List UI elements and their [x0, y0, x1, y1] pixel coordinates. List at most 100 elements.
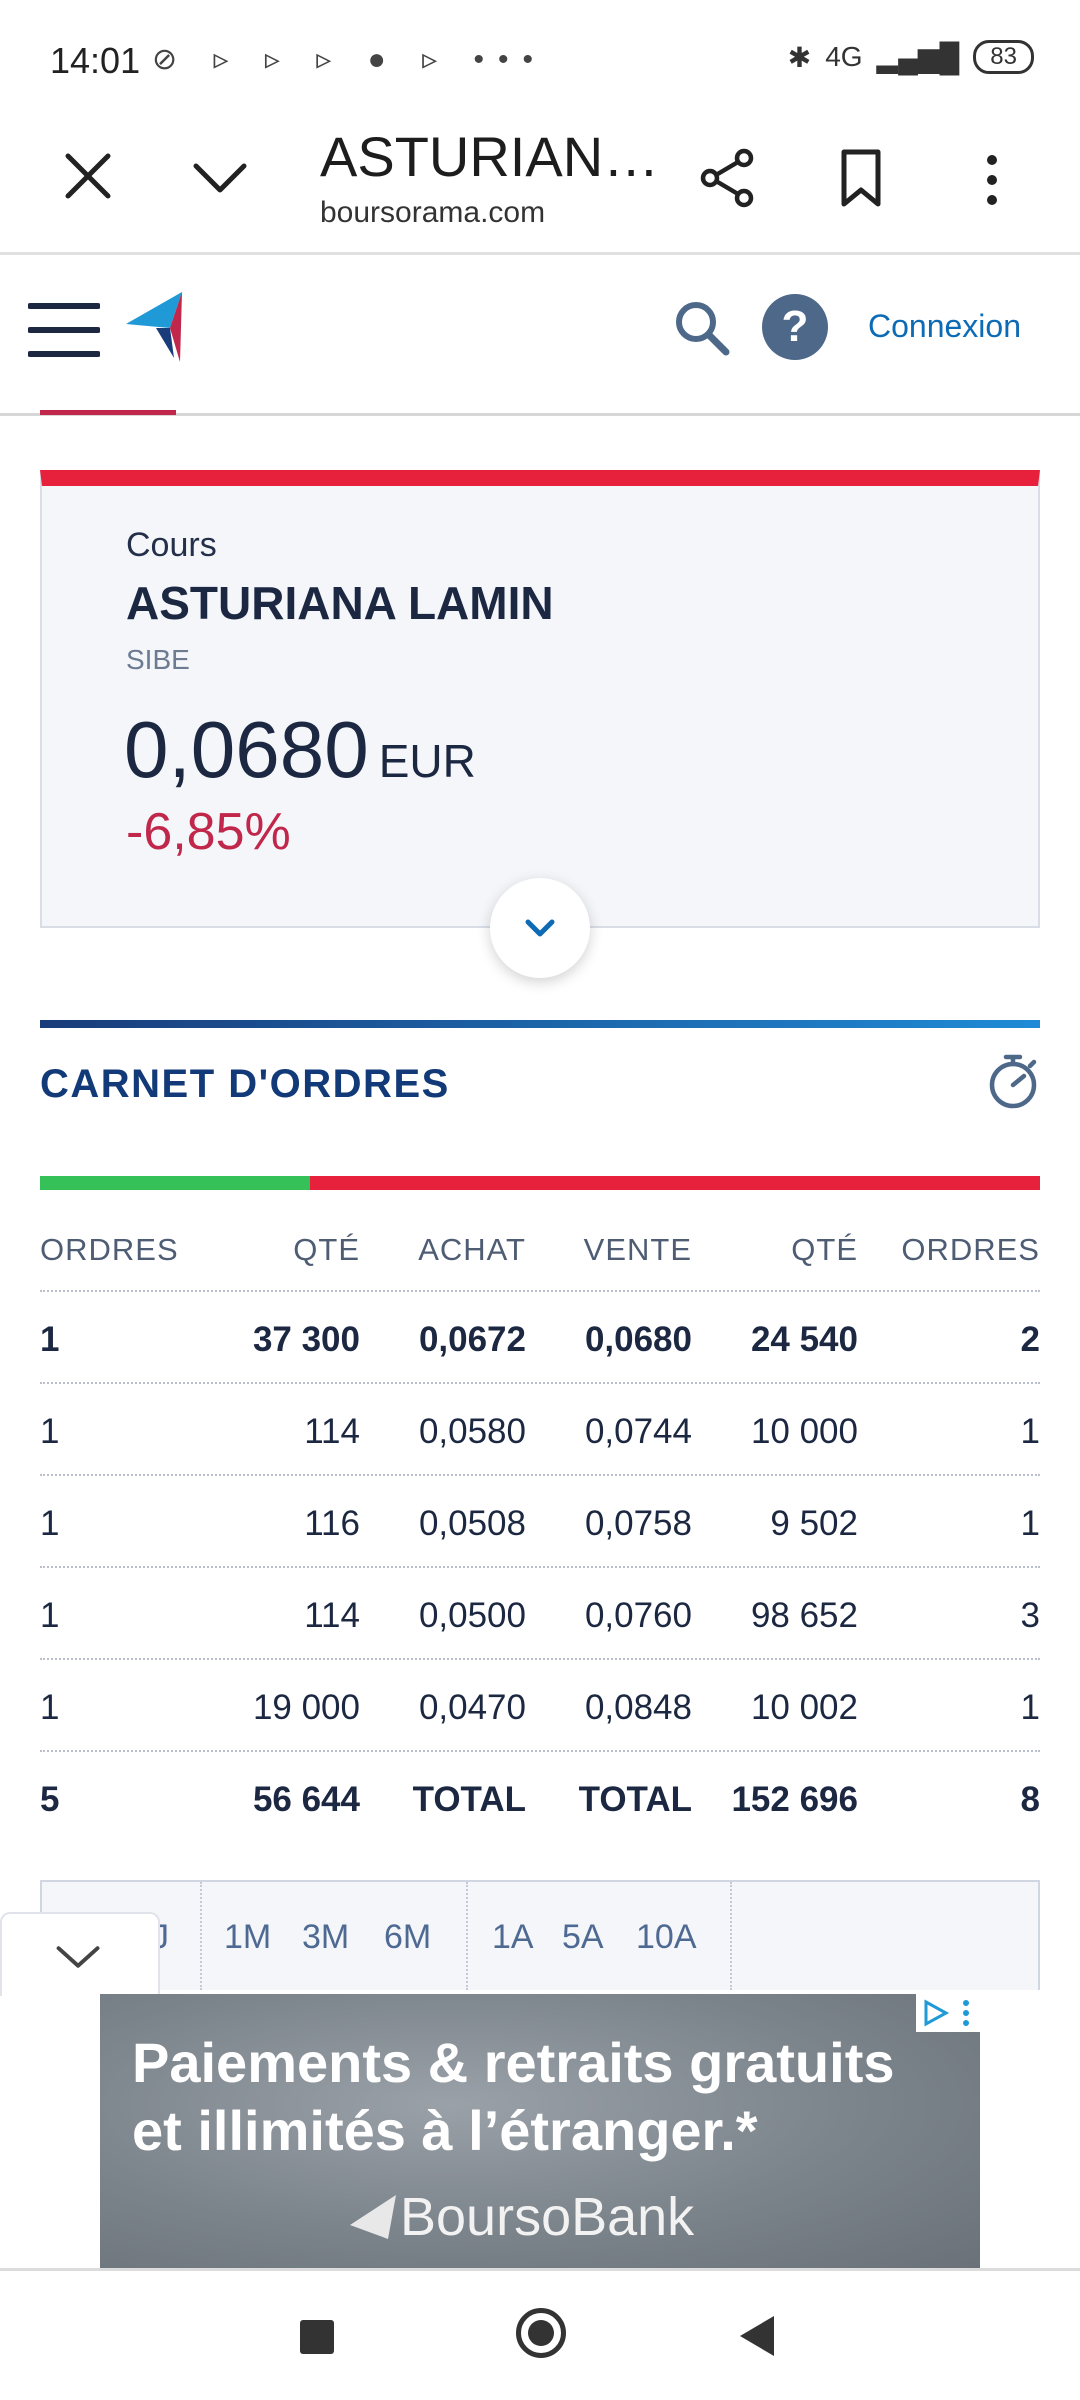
bluetooth-icon: ✱ [787, 41, 812, 73]
ask-qty: 98 652 [750, 1596, 858, 1635]
period-selector: J 1M 3M 6M 1A 5A 10A [40, 1880, 1040, 1990]
bid-orders: 1 [40, 1688, 60, 1727]
hamburger-menu-icon[interactable] [28, 298, 100, 362]
bid-qty: 37 300 [252, 1320, 360, 1359]
ask-qty: 9 502 [770, 1504, 858, 1543]
header-bid-price: ACHAT [418, 1232, 526, 1267]
total-ask-orders: 8 [1020, 1780, 1040, 1819]
header-ask-price: VENTE [583, 1232, 692, 1267]
order-book-table: ORDRES QTÉ ACHAT VENTE QTÉ ORDRES 1 37 3… [40, 1220, 1040, 1844]
header-bid-orders: ORDRES [40, 1232, 179, 1267]
bid-qty: 114 [304, 1596, 360, 1635]
ask-qty: 24 540 [750, 1320, 858, 1359]
ad-choices-badge[interactable] [916, 1994, 980, 2032]
section-divider [40, 1020, 1040, 1028]
total-bid-label: TOTAL [412, 1780, 526, 1819]
bid-orders: 1 [40, 1504, 60, 1543]
ask-price: 0,0848 [584, 1688, 692, 1727]
total-bid-qty: 56 644 [252, 1780, 360, 1819]
bid-price: 0,0672 [418, 1320, 526, 1359]
chevron-down-icon [56, 1946, 100, 1968]
ad-brand: BoursoBank [350, 2186, 694, 2248]
bid-qty: 19 000 [252, 1688, 360, 1727]
table-row: 1 116 0,0508 0,0758 9 502 1 [40, 1476, 1040, 1568]
help-button[interactable]: ? [762, 294, 828, 360]
back-icon[interactable] [740, 2316, 774, 2356]
order-book-title: CARNET D'ORDRES [40, 1062, 450, 1106]
bid-qty: 114 [304, 1412, 360, 1451]
bid-orders: 1 [40, 1596, 60, 1635]
ask-orders: 1 [1020, 1412, 1040, 1451]
stock-market: SIBE [126, 644, 190, 675]
header-ask-orders: ORDRES [901, 1232, 1040, 1267]
period-6m[interactable]: 6M [384, 1918, 431, 1957]
home-icon[interactable] [516, 2308, 566, 2358]
boursorama-logo-icon[interactable] [126, 288, 190, 364]
quote-label: Cours [126, 526, 217, 564]
share-icon[interactable] [700, 148, 756, 208]
period-10a[interactable]: 10A [636, 1918, 697, 1957]
more-options-icon[interactable] [980, 150, 1004, 210]
ask-orders: 2 [1020, 1320, 1040, 1359]
period-1a[interactable]: 1A [492, 1918, 534, 1957]
status-bar: 14:01 ⊘ ▹ ▹ ▹ ● ▹ ••• ✱ 4G ▂▄▆█ 83 [0, 0, 1080, 110]
close-icon[interactable] [60, 148, 116, 204]
ask-orders: 1 [1020, 1504, 1040, 1543]
expand-quote-button[interactable] [490, 878, 590, 978]
chevron-down-icon [525, 919, 555, 937]
network-label: 4G [825, 41, 863, 72]
ask-qty: 10 000 [750, 1412, 858, 1451]
price-currency: EUR [378, 735, 476, 787]
status-right: ✱ 4G ▂▄▆█ 83 [788, 40, 1034, 74]
total-bid-orders: 5 [40, 1780, 60, 1819]
bid-price: 0,0580 [418, 1412, 526, 1451]
ask-qty: 10 002 [750, 1688, 858, 1727]
period-group-years: 1A 5A 10A [468, 1882, 732, 1990]
bid-price: 0,0508 [418, 1504, 526, 1543]
recent-apps-icon[interactable] [300, 2320, 334, 2354]
price-variation: -6,85% [126, 803, 291, 861]
ad-headline-2: et illimités à l’étranger.* [132, 2099, 758, 2162]
table-row: 1 114 0,0580 0,0744 10 000 1 [40, 1384, 1040, 1476]
ask-price: 0,0760 [584, 1596, 692, 1635]
page-title: ASTURIAN… [320, 125, 660, 188]
browser-toolbar: ASTURIAN… boursorama.com [0, 110, 1080, 255]
period-5a[interactable]: 5A [562, 1918, 604, 1957]
sell-ratio-fill [310, 1176, 1040, 1190]
period-3m[interactable]: 3M [302, 1918, 349, 1957]
table-row: 1 19 000 0,0470 0,0848 10 002 1 [40, 1660, 1040, 1752]
ad-banner[interactable]: Paiements & retraits gratuits et illimit… [100, 1994, 980, 2270]
search-icon[interactable] [672, 298, 732, 358]
battery-indicator: 83 [973, 40, 1034, 74]
ad-brand-name: BoursoBank [400, 2187, 695, 2247]
collapse-toggle[interactable] [0, 1912, 160, 1996]
ask-price: 0,0758 [584, 1504, 692, 1543]
bid-price: 0,0470 [418, 1688, 526, 1727]
stock-price: 0,0680 EUR [124, 704, 476, 796]
active-nav-indicator [40, 410, 176, 415]
divider [0, 2268, 1080, 2271]
site-header: ? Connexion [0, 258, 1080, 416]
login-link[interactable]: Connexion [868, 308, 1021, 345]
price-value: 0,0680 [124, 705, 369, 794]
notification-icons: ⊘ ▹ ▹ ▹ ● ▹ ••• [152, 43, 548, 76]
ad-headline-1: Paiements & retraits gratuits [132, 2031, 895, 2094]
bid-orders: 1 [40, 1320, 60, 1359]
signal-icon: ▂▄▆█ [876, 41, 960, 73]
ask-price: 0,0680 [584, 1320, 692, 1359]
bookmark-icon[interactable] [836, 148, 886, 208]
buy-sell-ratio-bar [40, 1176, 1040, 1190]
stock-name: ASTURIANA LAMIN [126, 577, 554, 629]
ask-orders: 1 [1020, 1688, 1040, 1727]
quote-card: Cours ASTURIANA LAMIN SIBE 0,0680 EUR -6,… [40, 470, 1040, 928]
stopwatch-icon[interactable] [986, 1052, 1040, 1110]
ask-price: 0,0744 [584, 1412, 692, 1451]
period-1m[interactable]: 1M [224, 1918, 271, 1957]
ask-orders: 3 [1020, 1596, 1040, 1635]
status-time: 14:01 [50, 40, 141, 81]
bid-orders: 1 [40, 1412, 60, 1451]
chevron-down-icon[interactable] [190, 152, 250, 202]
table-row: 1 37 300 0,0672 0,0680 24 540 2 [40, 1292, 1040, 1384]
page-domain: boursorama.com [320, 196, 546, 229]
buy-ratio-fill [40, 1176, 310, 1190]
